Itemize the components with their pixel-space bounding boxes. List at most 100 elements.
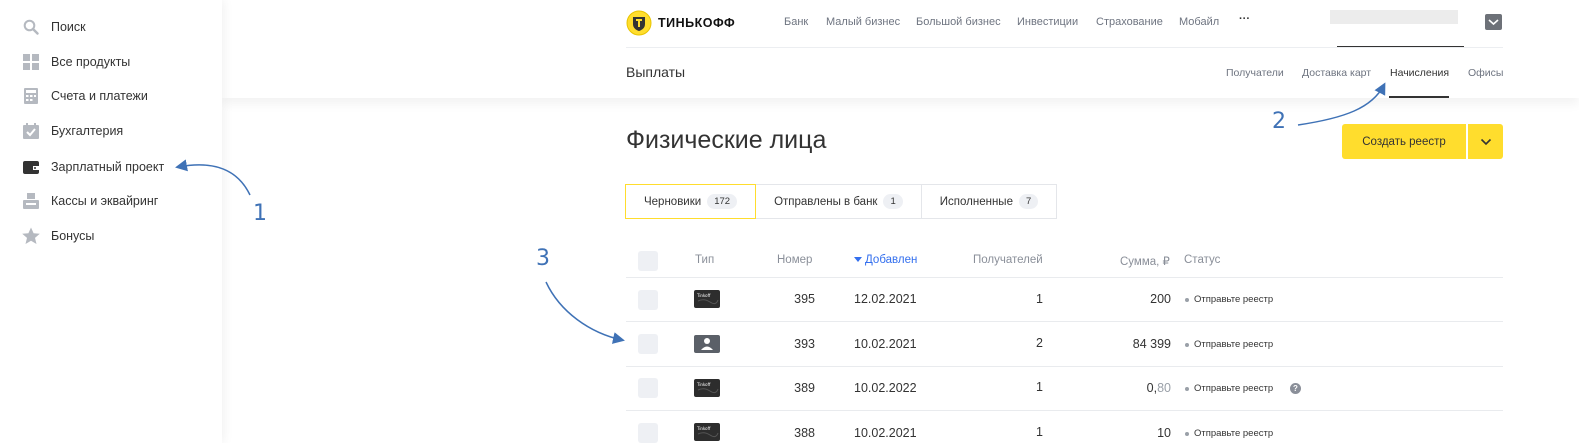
- nav-investments[interactable]: Инвестиции: [1017, 16, 1078, 28]
- sidebar-item-label: Счета и платежи: [51, 89, 148, 103]
- subnav-card-delivery[interactable]: Доставка карт: [1302, 67, 1371, 79]
- status-tabs: Черновики 172 Отправлены в банк 1 Исполн…: [625, 184, 1058, 219]
- status-label: Отправьте реестр: [1185, 428, 1273, 439]
- tab-label: Черновики: [644, 195, 702, 208]
- nav-bank[interactable]: Банк: [784, 16, 808, 28]
- subnav-active-indicator: [1389, 96, 1449, 98]
- status-label: Отправьте реестр: [1185, 383, 1273, 394]
- help-icon[interactable]: ?: [1290, 383, 1301, 394]
- tab-completed[interactable]: Исполненные 7: [920, 184, 1058, 219]
- sort-desc-icon: [854, 257, 862, 262]
- status-label: Отправьте реестр: [1185, 294, 1273, 305]
- status-text: Отправьте реестр: [1194, 428, 1274, 439]
- subnav-recipients[interactable]: Получатели: [1226, 67, 1284, 79]
- sidebar-item-accounts[interactable]: Счета и платежи: [22, 85, 148, 107]
- registry-number[interactable]: 395: [780, 292, 815, 306]
- subnav-accruals[interactable]: Начисления: [1390, 67, 1449, 79]
- sidebar-item-cash-acquiring[interactable]: Кассы и эквайринг: [22, 190, 158, 212]
- logo-text: ТИНЬКОФФ: [658, 16, 736, 30]
- annotation-arrow-3: [545, 281, 625, 344]
- sidebar-item-accounting[interactable]: Бухгалтерия: [22, 120, 123, 142]
- column-header-status[interactable]: Статус: [1184, 254, 1220, 266]
- status-text: Отправьте реестр: [1194, 339, 1274, 350]
- row-checkbox[interactable]: [638, 378, 658, 398]
- tab-count-badge: 172: [707, 194, 738, 209]
- search-icon: [22, 18, 40, 36]
- sidebar-item-search[interactable]: Поиск: [22, 16, 86, 38]
- sidebar-item-label: Бухгалтерия: [51, 124, 124, 138]
- sidebar-item-salary-project[interactable]: Зарплатный проект: [22, 156, 164, 178]
- header-divider: [626, 47, 1503, 48]
- top-header: ТИНЬКОФФ Банк Малый бизнес Большой бизне…: [222, 0, 1579, 98]
- create-registry-dropdown-button[interactable]: [1468, 124, 1503, 159]
- tab-label: Исполненные: [939, 195, 1013, 208]
- grid-icon: [22, 53, 40, 71]
- nav-insurance[interactable]: Страхование: [1096, 16, 1163, 28]
- column-header-number[interactable]: Номер: [777, 254, 812, 266]
- status-label: Отправьте реестр: [1185, 339, 1273, 350]
- column-header-type[interactable]: Тип: [695, 254, 714, 266]
- tab-sent-to-bank[interactable]: Отправлены в банк 1: [755, 184, 922, 219]
- column-header-recipients[interactable]: Получателей: [973, 254, 1043, 266]
- tab-drafts[interactable]: Черновики 172: [625, 184, 757, 219]
- registry-sum: 200: [1090, 292, 1171, 306]
- select-all-checkbox[interactable]: [638, 251, 658, 271]
- svg-text:Tinkoff: Tinkoff: [696, 293, 711, 298]
- sidebar-item-label: Поиск: [51, 20, 86, 34]
- column-header-sum[interactable]: Сумма, ₽: [1120, 254, 1170, 268]
- sidebar-item-label: Зарплатный проект: [51, 160, 165, 174]
- status-text: Отправьте реестр: [1194, 383, 1274, 394]
- page-title: Физические лица: [626, 126, 827, 154]
- row-divider: [626, 410, 1503, 411]
- status-dot-icon: [1185, 431, 1189, 436]
- calculator-icon: [22, 87, 40, 105]
- sidebar-item-all-products[interactable]: Все продукты: [22, 51, 130, 73]
- status-dot-icon: [1185, 386, 1189, 391]
- registry-sum: 10: [1090, 426, 1171, 440]
- card-type-icon: Tinkoff: [694, 423, 720, 441]
- person-type-icon: [694, 335, 720, 353]
- row-checkbox[interactable]: [638, 423, 658, 443]
- status-dot-icon: [1185, 342, 1189, 347]
- tinkoff-logo[interactable]: ТИНЬКОФФ: [626, 10, 735, 36]
- nav-mobile[interactable]: Мобайл: [1179, 16, 1219, 28]
- registry-number[interactable]: 393: [780, 337, 815, 351]
- row-checkbox[interactable]: [638, 334, 658, 354]
- registry-number[interactable]: 388: [780, 426, 815, 440]
- status-text: Отправьте реестр: [1194, 294, 1274, 305]
- sum-integer: 84 399: [1132, 337, 1171, 351]
- column-header-added[interactable]: Добавлен: [854, 254, 917, 266]
- nav-small-business[interactable]: Малый бизнес: [826, 16, 900, 28]
- create-registry-button[interactable]: Создать реестр: [1342, 124, 1466, 159]
- registry-number[interactable]: 389: [780, 381, 815, 395]
- sum-integer: 200: [1150, 292, 1171, 306]
- registry-sum: 0,80: [1090, 381, 1171, 395]
- recipients-count: 1: [1036, 380, 1043, 394]
- nav-more-button[interactable]: ···: [1239, 13, 1250, 25]
- card-type-icon: Tinkoff: [694, 379, 720, 397]
- row-divider: [626, 321, 1503, 322]
- subnav-offices[interactable]: Офисы: [1468, 67, 1503, 79]
- account-menu-button[interactable]: [1485, 14, 1502, 30]
- sidebar: Поиск Все продукты Счета и платежи Бухга…: [0, 0, 222, 443]
- sum-integer: 10: [1157, 426, 1171, 440]
- recipients-count: 1: [1036, 425, 1043, 439]
- annotation-number-2: 2: [1272, 109, 1286, 134]
- column-header-label: Добавлен: [865, 254, 918, 266]
- row-checkbox[interactable]: [638, 290, 658, 310]
- registry-date: 10.02.2021: [854, 337, 917, 351]
- tab-count-badge: 1: [883, 194, 903, 209]
- sidebar-item-label: Кассы и эквайринг: [51, 194, 159, 208]
- row-divider: [626, 366, 1503, 367]
- recipients-count: 2: [1036, 336, 1043, 350]
- tab-count-badge: 7: [1018, 194, 1039, 209]
- sidebar-item-bonuses[interactable]: Бонусы: [22, 225, 94, 247]
- registry-date: 12.02.2021: [854, 292, 917, 306]
- account-name-blurred[interactable]: [1330, 10, 1458, 24]
- tab-label: Отправлены в банк: [774, 195, 878, 208]
- tinkoff-shield-icon: [626, 10, 652, 36]
- nav-big-business[interactable]: Большой бизнес: [916, 16, 1001, 28]
- page-section-title: Выплаты: [626, 64, 686, 80]
- sum-integer: 0,: [1146, 381, 1158, 395]
- registry-date: 10.02.2021: [854, 426, 917, 440]
